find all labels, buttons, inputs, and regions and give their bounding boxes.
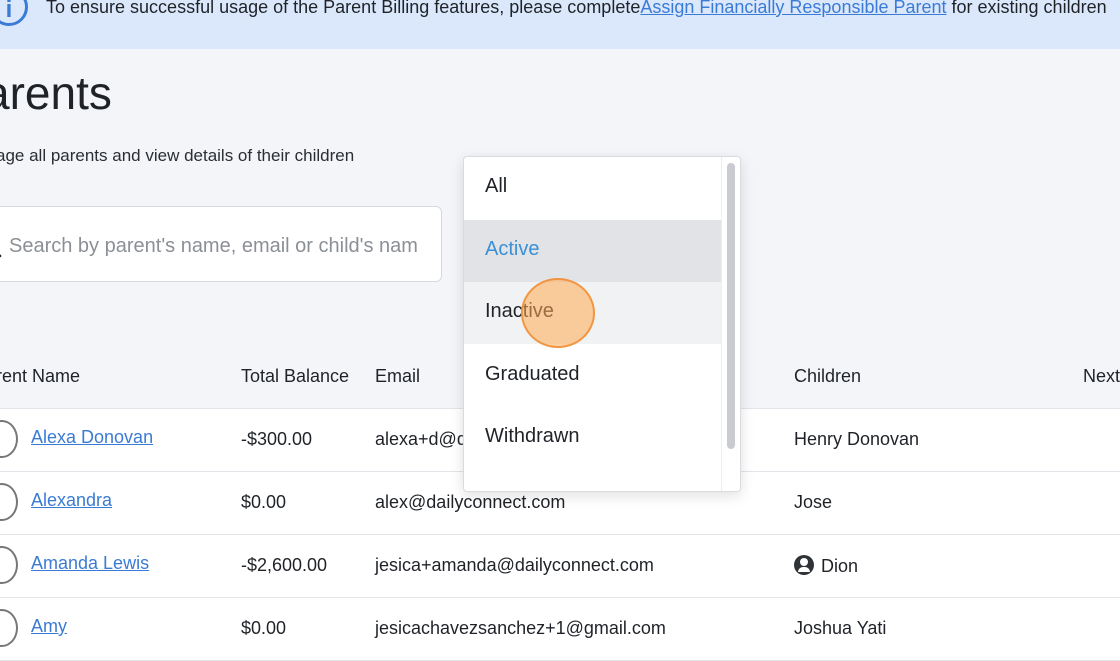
dropdown-scrollbar-thumb[interactable] [727,163,735,449]
children-names: Jose [794,492,833,512]
parent-email: alex@dailyconnect.com [375,492,566,512]
total-balance: -$2,600.00 [241,555,328,575]
page-subtitle: age all parents and view details of thei… [0,146,355,165]
avatar [0,483,18,521]
info-icon: i [0,0,28,26]
status-filter-dropdown[interactable]: All Active Inactive Graduated Withdrawn [463,156,741,492]
total-balance: $0.00 [241,618,287,638]
column-header-children[interactable]: Children [794,366,861,387]
column-header-total-balance[interactable]: Total Balance [241,366,349,387]
search-icon [0,254,2,258]
status-option-active[interactable]: Active [464,220,721,282]
column-header-parent-name[interactable]: rent Name [0,366,80,387]
total-balance: $0.00 [241,492,287,512]
parent-name-link[interactable]: Alexa Donovan [31,427,153,448]
banner-text-before: To ensure successful usage of the Parent… [46,0,641,17]
avatar [0,420,18,458]
avatar [0,546,18,584]
children-cell: Dion [794,555,858,577]
search-box[interactable] [0,206,442,282]
parent-email: alexa+d@d [375,429,467,449]
banner-message: To ensure successful usage of the Parent… [46,0,1107,18]
page-title: arents [0,67,112,119]
status-option-withdrawn[interactable]: Withdrawn [464,407,721,469]
parent-name-link[interactable]: Alexandra [31,490,112,511]
table-row[interactable]: Amy $0.00 jesicachavezsanchez+1@gmail.co… [0,598,1120,661]
search-input[interactable] [7,227,441,265]
assign-financially-responsible-parent-link[interactable]: Assign Financially Responsible Parent [640,0,946,17]
avatar [0,609,18,647]
parent-email: jesica+amanda@dailyconnect.com [375,555,654,575]
status-option-inactive[interactable]: Inactive [464,282,721,344]
status-option-all[interactable]: All [464,157,721,219]
column-header-email[interactable]: Email [375,366,420,387]
total-balance: -$300.00 [241,429,313,449]
parent-name-link[interactable]: Amanda Lewis [31,553,149,574]
parent-name-link[interactable]: Amy [31,616,67,637]
child-avatar-icon [794,555,814,575]
status-option-graduated[interactable]: Graduated [464,345,721,407]
children-names: Joshua Yati [794,618,887,638]
parent-email: jesicachavezsanchez+1@gmail.com [375,618,666,638]
children-names: Henry Donovan [794,429,920,449]
dropdown-scrollbar[interactable] [721,157,740,491]
table-row[interactable]: Amanda Lewis -$2,600.00 jesica+amanda@da… [0,535,1120,598]
children-names: Dion [821,556,859,576]
banner-text-after: for existing children [946,0,1107,17]
column-header-next[interactable]: Next [1083,366,1120,387]
info-banner: i To ensure successful usage of the Pare… [0,0,1120,49]
